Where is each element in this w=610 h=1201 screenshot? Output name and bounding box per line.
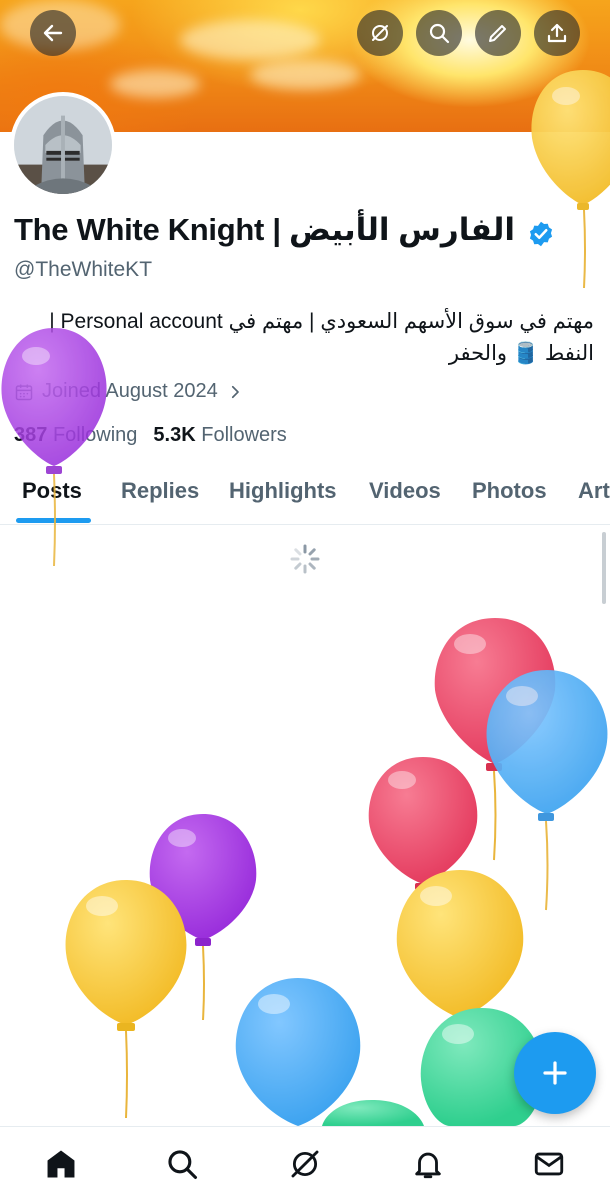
bio-line-1: مهتم في سوق الأسهم السعودي | مهتم في Per… xyxy=(49,310,594,333)
profile-bio: مهتم في سوق الأسهم السعودي | مهتم في Per… xyxy=(14,306,594,370)
balloon-yellow-middle xyxy=(396,870,524,1127)
grok-icon xyxy=(291,1150,319,1178)
balloon-red-middle xyxy=(368,757,478,890)
balloon-blue-bottom xyxy=(235,978,361,1126)
joined-label: Joined August 2024 xyxy=(42,380,218,402)
profile-tabs: Posts Replies Highlights Videos Photos A… xyxy=(0,462,610,525)
balloon-purple-middle xyxy=(149,814,257,1021)
follow-stats: 387 Following 5.3K Followers xyxy=(14,424,287,447)
edit-pencil-icon xyxy=(489,25,506,42)
tab-articles[interactable]: Articles xyxy=(578,478,610,504)
search-icon xyxy=(429,23,450,44)
nav-home[interactable] xyxy=(44,1147,78,1181)
arrow-left-icon xyxy=(43,24,63,42)
search-icon xyxy=(168,1150,198,1180)
grok-button[interactable] xyxy=(357,10,403,56)
nav-grok[interactable] xyxy=(288,1147,322,1181)
balloon-blue-right xyxy=(486,670,608,911)
followers-label: Followers xyxy=(201,424,287,446)
bio-line-2: النفط 🛢️ والحفر xyxy=(448,342,594,365)
loading-spinner-icon xyxy=(290,544,320,574)
followers-link[interactable]: 5.3K Followers xyxy=(153,424,286,447)
tab-photos[interactable]: Photos xyxy=(472,478,547,504)
knight-helmet-image xyxy=(14,96,112,194)
nav-search[interactable] xyxy=(165,1147,199,1181)
profile-handle: @TheWhiteKT xyxy=(14,258,153,281)
tab-highlights[interactable]: Highlights xyxy=(229,478,337,504)
balloon-green-small xyxy=(322,1100,424,1126)
scrollbar[interactable] xyxy=(602,532,606,604)
edit-button[interactable] xyxy=(475,10,521,56)
following-link[interactable]: 387 Following xyxy=(14,424,137,447)
avatar[interactable] xyxy=(10,92,116,198)
nav-notifications[interactable] xyxy=(411,1147,445,1181)
share-upload-icon xyxy=(547,23,567,43)
verified-badge-icon[interactable] xyxy=(527,220,555,248)
messages-mail-icon xyxy=(534,1152,564,1176)
followers-count: 5.3K xyxy=(153,424,196,446)
grok-icon xyxy=(372,25,388,41)
tab-videos[interactable]: Videos xyxy=(369,478,441,504)
home-icon xyxy=(47,1150,75,1178)
following-label: Following xyxy=(52,424,138,446)
search-button[interactable] xyxy=(416,10,462,56)
compose-post-button[interactable] xyxy=(514,1032,596,1114)
bottom-navigation xyxy=(0,1126,610,1201)
back-button[interactable] xyxy=(30,10,76,56)
notifications-bell-icon xyxy=(415,1152,441,1179)
joined-date-row[interactable]: Joined August 2024 xyxy=(14,380,244,403)
plus-icon xyxy=(543,1061,567,1085)
tab-posts[interactable]: Posts xyxy=(22,478,82,504)
balloon-yellow-left xyxy=(65,880,187,1119)
nav-messages[interactable] xyxy=(532,1147,566,1181)
share-button[interactable] xyxy=(534,10,580,56)
balloon-red-right xyxy=(434,618,556,861)
chevron-right-icon xyxy=(231,385,239,398)
tab-replies[interactable]: Replies xyxy=(121,478,199,504)
following-count: 387 xyxy=(14,424,48,446)
calendar-icon xyxy=(15,384,33,400)
profile-name: The White Knight | الفارس الأبيض xyxy=(14,212,515,247)
active-tab-indicator xyxy=(16,518,91,523)
